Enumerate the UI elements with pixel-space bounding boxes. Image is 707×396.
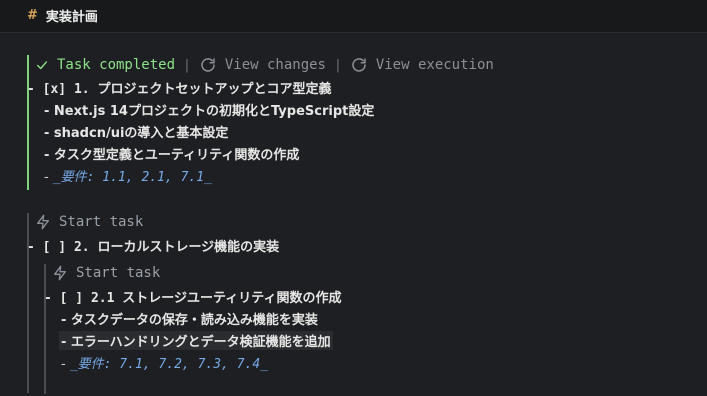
task-completed-label: Task completed (57, 57, 176, 73)
requirements-bullet: - (44, 170, 53, 185)
task-2-1-start-task[interactable]: Start task (52, 265, 160, 281)
task-1-status-bar: Task completed | View changes | View exe… (35, 56, 494, 74)
requirements-text: _要件: 7.1, 7.2, 7.3, 7.4_ (69, 357, 269, 372)
separator: | (334, 57, 342, 73)
task-1-item: - タスク型定義とユーティリティ関数の作成 (44, 148, 300, 163)
task-2-start-task[interactable]: Start task (35, 214, 143, 230)
task-1-title: - [x] 1. プロジェクトセットアップとコア型定義 (27, 82, 332, 97)
task-2-1-item-highlighted: - エラーハンドリングとデータ検証機能を追加 (59, 331, 333, 350)
task-1-item: - Next.js 14プロジェクトの初期化とTypeScript設定 (44, 104, 375, 119)
heading-hash: # (27, 8, 38, 23)
view-execution-label: View execution (375, 57, 494, 73)
task-2-1-item: - タスクデータの保存・読み込み機能を実装 (61, 313, 318, 328)
task-2-1-title: - [ ] 2.1 ストレージユーティリティ関数の作成 (44, 291, 342, 306)
separator: | (183, 57, 191, 73)
task1-guide-line (27, 55, 29, 190)
lightning-icon (37, 214, 49, 230)
heading-title: 実装計画 (45, 10, 98, 25)
lightning-icon (54, 265, 66, 281)
task21-guide-line (44, 264, 46, 394)
task-2-1-requirements: - _要件: 7.1, 7.2, 7.3, 7.4_ (61, 353, 268, 372)
view-execution-button[interactable]: View execution (350, 56, 494, 74)
view-changes-icon (201, 58, 215, 72)
view-changes-label: View changes (224, 57, 326, 73)
requirements-bullet: - (61, 357, 70, 372)
start-task-label: Start task (59, 214, 144, 230)
requirements-text: _要件: 1.1, 2.1, 7.1_ (52, 170, 212, 185)
start-task-label: Start task (76, 265, 161, 281)
view-execution-icon (352, 58, 366, 72)
task-2-title: - [ ] 2. ローカルストレージ機能の実装 (27, 240, 280, 255)
check-icon (36, 61, 48, 70)
document-heading: # 実装計画 (27, 6, 98, 25)
top-bar (0, 0, 707, 33)
task-2-1-item: - エラーハンドリングとデータ検証機能を追加 (61, 335, 331, 350)
view-changes-button[interactable]: View changes (199, 56, 326, 74)
task-1-requirements: - _要件: 1.1, 2.1, 7.1_ (44, 166, 212, 185)
task-1-item: - shadcn/uiの導入と基本設定 (44, 126, 229, 141)
